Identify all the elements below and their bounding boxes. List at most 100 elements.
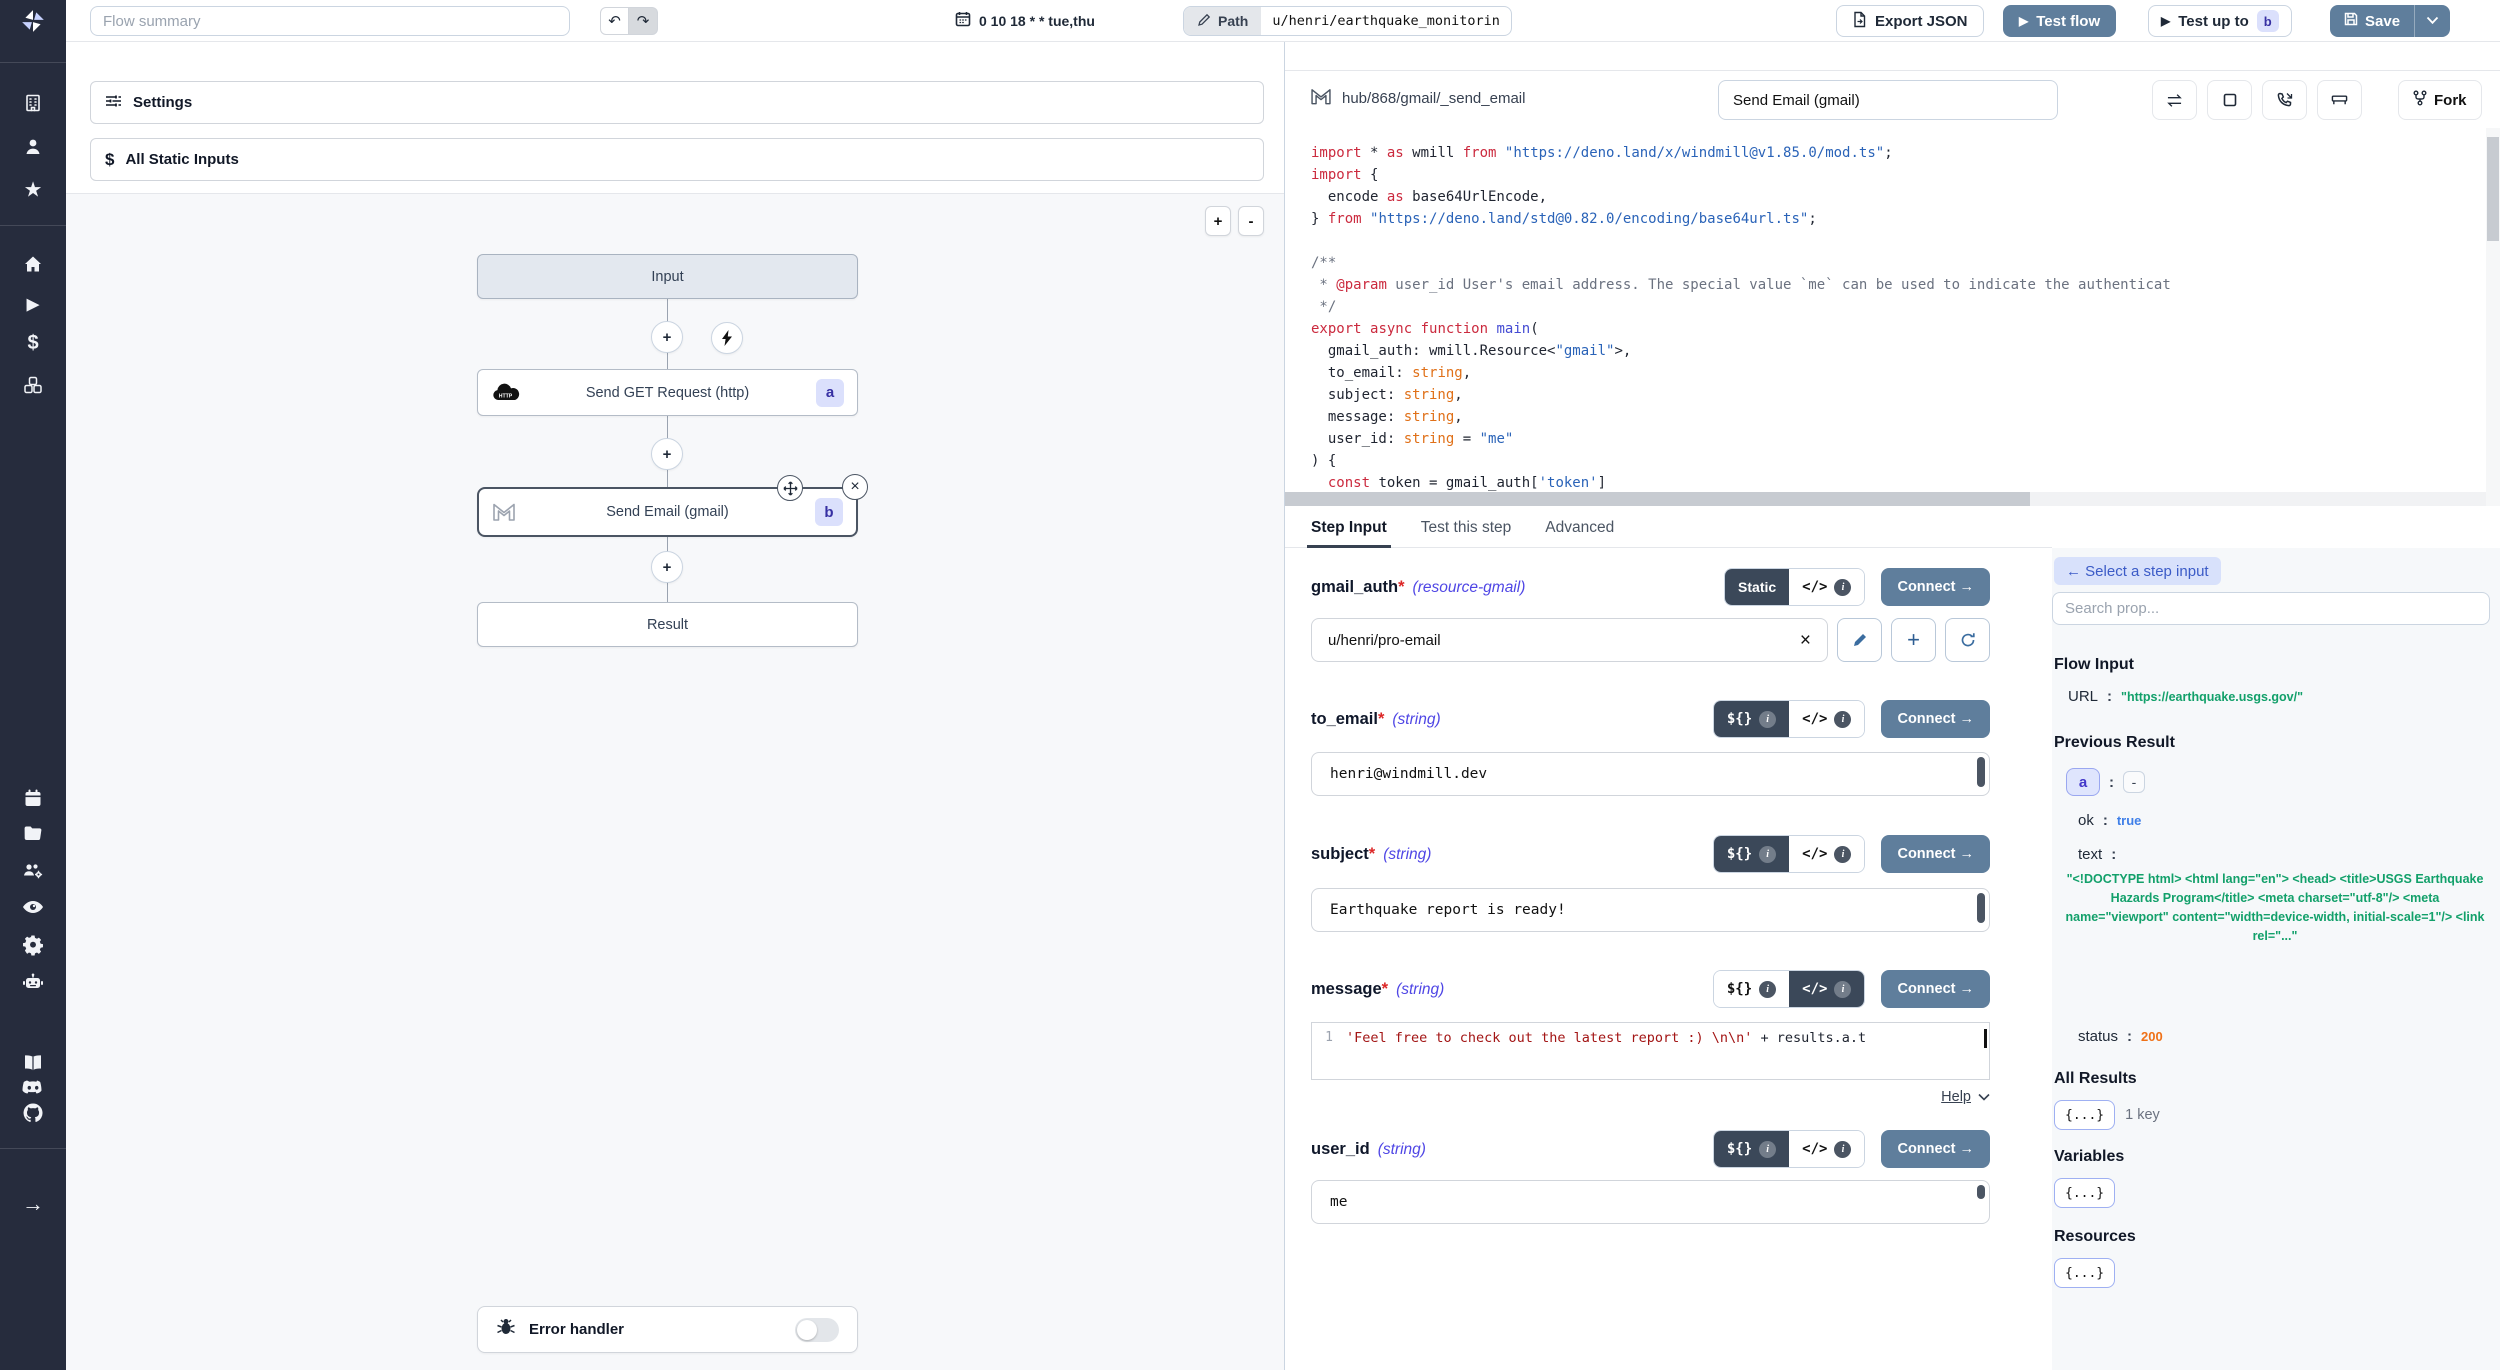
subject-input[interactable]: Earthquake report is ready!: [1311, 888, 1990, 932]
add-step-icon[interactable]: +: [651, 321, 683, 353]
phone-incoming-icon[interactable]: [2262, 80, 2307, 120]
connect-button[interactable]: Connect →: [1881, 835, 1990, 873]
select-step-input-pill[interactable]: ← Select a step input: [2054, 557, 2221, 585]
user-id-input[interactable]: me: [1311, 1180, 1990, 1224]
zoom-out-button[interactable]: -: [1238, 206, 1264, 236]
discord-icon[interactable]: [22, 1079, 44, 1096]
step-name-input[interactable]: [1718, 80, 2058, 120]
expand-object-button[interactable]: {...}: [2054, 1258, 2115, 1288]
undo-icon[interactable]: ↶: [600, 7, 629, 35]
test-flow-button[interactable]: ▶ Test flow: [2003, 5, 2116, 37]
text-row[interactable]: text :: [2078, 846, 2116, 863]
save-dropdown-button[interactable]: [2414, 5, 2450, 37]
expand-object-button[interactable]: {...}: [2054, 1100, 2115, 1130]
play-icon[interactable]: ▶: [26, 296, 39, 313]
square-stop-icon[interactable]: [2207, 80, 2252, 120]
add-step-icon[interactable]: +: [651, 551, 683, 583]
move-step-icon[interactable]: [777, 475, 803, 501]
clear-x-icon[interactable]: ×: [1800, 631, 1811, 650]
flow-summary-input[interactable]: [90, 6, 570, 36]
flow-settings-button[interactable]: Settings: [90, 81, 1264, 124]
windmill-logo[interactable]: [20, 8, 46, 34]
all-static-inputs-button[interactable]: $ All Static Inputs: [90, 138, 1264, 181]
mode-static[interactable]: Static: [1725, 569, 1789, 605]
path-chip[interactable]: Path u/henri/earthquake_monitorin: [1183, 6, 1512, 36]
text-value[interactable]: "<!DOCTYPE html> <html lang="en"> <head>…: [2058, 870, 2492, 946]
info-icon[interactable]: i: [1759, 711, 1776, 728]
star-icon[interactable]: ★: [24, 180, 43, 201]
scrollbar-thumb[interactable]: [2487, 137, 2499, 241]
mode-javascript[interactable]: </>i: [1789, 569, 1864, 605]
tab-test-this-step[interactable]: Test this step: [1421, 508, 1511, 547]
result-badge-a[interactable]: a: [2066, 768, 2100, 796]
input-scroll-thumb[interactable]: [1977, 757, 1985, 787]
mode-javascript[interactable]: </>i: [1789, 1131, 1864, 1167]
mode-javascript[interactable]: </>i: [1789, 971, 1864, 1007]
mode-template[interactable]: ${}i: [1714, 701, 1789, 737]
info-icon[interactable]: i: [1834, 846, 1851, 863]
save-button[interactable]: Save: [2330, 5, 2414, 37]
building-icon[interactable]: [23, 93, 43, 113]
users-gear-icon[interactable]: [22, 861, 44, 881]
delete-step-icon[interactable]: ×: [842, 474, 868, 500]
info-icon[interactable]: i: [1759, 846, 1776, 863]
info-icon[interactable]: i: [1759, 1141, 1776, 1158]
arrow-right-icon[interactable]: →: [22, 1193, 44, 1215]
connect-button[interactable]: Connect →: [1881, 970, 1990, 1008]
input-scroll-thumb[interactable]: [1977, 1185, 1985, 1199]
scrollbar-thumb[interactable]: [1285, 492, 2030, 506]
error-handler-toggle[interactable]: [795, 1318, 839, 1342]
connect-button[interactable]: Connect →: [1881, 568, 1990, 606]
trigger-lightning-icon[interactable]: [711, 322, 743, 354]
test-up-to-button[interactable]: ▶ Test up to b: [2148, 5, 2292, 37]
flow-canvas[interactable]: + - Input + HTTP Send GET Request (http)…: [66, 193, 1284, 1370]
flow-input-url-row[interactable]: URL : "https://earthquake.usgs.gov/": [2068, 688, 2303, 705]
tab-step-input[interactable]: Step Input: [1311, 508, 1387, 547]
cubes-icon[interactable]: [23, 375, 43, 395]
path-edit-segment[interactable]: Path: [1184, 7, 1261, 35]
add-step-icon[interactable]: +: [651, 438, 683, 470]
add-resource-plus-icon[interactable]: +: [1891, 618, 1936, 662]
info-icon[interactable]: i: [1834, 981, 1851, 998]
expand-object-button[interactable]: {...}: [2054, 1178, 2115, 1208]
robot-icon[interactable]: [22, 972, 44, 992]
github-icon[interactable]: [23, 1103, 44, 1124]
connect-button[interactable]: Connect →: [1881, 700, 1990, 738]
redo-icon[interactable]: ↷: [629, 7, 658, 35]
prop-search-input[interactable]: [2052, 592, 2490, 625]
tab-advanced[interactable]: Advanced: [1545, 508, 1614, 547]
export-json-button[interactable]: Export JSON: [1836, 5, 1984, 37]
book-icon[interactable]: [22, 1054, 44, 1072]
error-handler-node[interactable]: Error handler: [477, 1306, 858, 1353]
flow-node-input[interactable]: Input: [477, 254, 858, 299]
refresh-resource-icon[interactable]: [1945, 618, 1990, 662]
bench-icon[interactable]: [2317, 80, 2362, 120]
code-editor[interactable]: import * as wmill from "https://deno.lan…: [1285, 128, 2486, 492]
flow-node-send-get-request[interactable]: HTTP Send GET Request (http) a: [477, 369, 858, 416]
calendar-icon[interactable]: [23, 788, 43, 808]
ok-row[interactable]: ok : true: [2078, 812, 2141, 829]
path-value[interactable]: u/henri/earthquake_monitorin: [1261, 7, 1511, 35]
home-icon[interactable]: [23, 254, 43, 274]
resource-input[interactable]: u/henri/pro-email ×: [1311, 618, 1828, 662]
info-icon[interactable]: i: [1759, 981, 1776, 998]
status-row[interactable]: status : 200: [2078, 1028, 2163, 1045]
mode-template[interactable]: ${}i: [1714, 1131, 1789, 1167]
gear-icon[interactable]: [23, 935, 44, 956]
info-icon[interactable]: i: [1834, 1141, 1851, 1158]
help-expander[interactable]: Help: [1941, 1088, 1990, 1106]
dollar-icon[interactable]: $: [27, 333, 38, 353]
to-email-input[interactable]: henri@windmill.dev: [1311, 752, 1990, 796]
folder-icon[interactable]: [23, 823, 44, 844]
mode-template[interactable]: ${}i: [1714, 836, 1789, 872]
eye-icon[interactable]: [22, 898, 44, 916]
message-code-editor[interactable]: 1 'Feel free to check out the latest rep…: [1311, 1022, 1990, 1080]
collapse-button[interactable]: -: [2123, 771, 2145, 793]
info-icon[interactable]: i: [1834, 711, 1851, 728]
mode-javascript[interactable]: </>i: [1789, 836, 1864, 872]
user-icon[interactable]: [23, 137, 43, 157]
edit-resource-pencil-icon[interactable]: [1837, 618, 1882, 662]
fork-button[interactable]: Fork: [2398, 80, 2482, 120]
message-code-line[interactable]: 'Feel free to check out the latest repor…: [1346, 1023, 1989, 1079]
code-horizontal-scrollbar[interactable]: [1285, 492, 2486, 506]
